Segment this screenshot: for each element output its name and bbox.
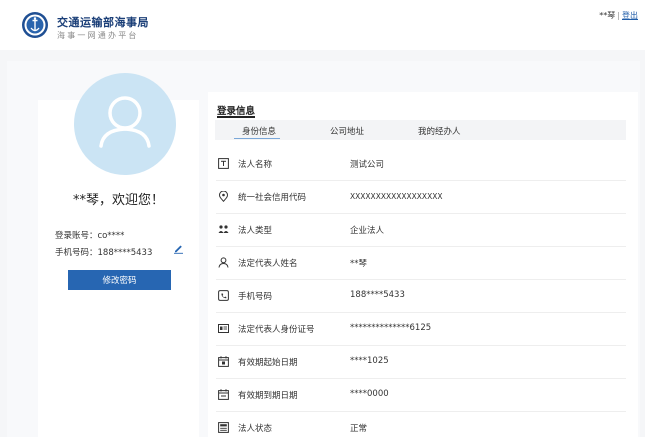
field-value: XXXXXXXXXXXXXXXXXX [350,192,443,201]
field-label: 法人状态 [238,424,273,434]
active-tab-indicator [234,138,280,139]
field-label: 统一社会信用代码 [238,193,307,203]
phone-info: 手机号码：188****5433 [55,248,153,258]
calendar-end-icon [218,389,229,400]
phone-icon [218,290,229,301]
tab-my-agent[interactable]: 我的经办人 [418,125,461,137]
login-info-panel: 登录信息 身份信息 公司地址 我的经办人 法人名称 测试公司 统一社会信用代码 … [208,92,638,437]
account-info: 登录账号：co**** [55,231,125,241]
field-label: 法人名称 [238,160,273,170]
status-icon [218,422,229,433]
brand-subtitle: 海事一网通办平台 [57,31,139,40]
field-row-representative-name: 法定代表人姓名 **琴 [216,246,626,280]
brand-title: 交通运输部海事局 [57,16,149,29]
welcome-message: **琴，欢迎您！ [72,193,164,208]
section-title: 登录信息 [217,106,256,117]
field-value: 企业法人 [350,226,385,236]
field-label: 法定代表人姓名 [238,259,298,269]
tab-company-address[interactable]: 公司地址 [330,125,364,137]
field-label: 有效期起始日期 [238,358,298,368]
field-value: ****1025 [350,356,389,366]
field-row-valid-start: 有效期起始日期 ****1025 [216,345,626,379]
info-tabs: 身份信息 公司地址 我的经办人 [215,120,626,140]
avatar [74,73,176,175]
field-label: 法人类型 [238,226,273,236]
field-value: ****0000 [350,389,389,399]
field-label: 手机号码 [238,292,273,302]
field-row-id-number: 法定代表人身份证号 **************6125 [216,312,626,346]
header-separator: | [617,11,620,20]
field-value: **琴 [350,259,368,269]
field-value: 正常 [350,424,368,434]
field-label: 法定代表人身份证号 [238,325,315,335]
field-row-credit-code: 统一社会信用代码 XXXXXXXXXXXXXXXXXX [216,180,626,214]
edit-pencil-icon[interactable] [173,243,184,254]
field-value: 188****5433 [350,290,405,300]
id-card-icon [218,324,229,333]
field-row-legal-type: 法人类型 企业法人 [216,213,626,247]
field-row-valid-end: 有效期到期日期 ****0000 [216,378,626,412]
tab-identity-info[interactable]: 身份信息 [242,125,276,137]
field-value: **************6125 [350,323,432,333]
profile-panel: **琴，欢迎您！ 登录账号：co**** 手机号码：188****5433 修改… [38,73,199,437]
legal-person-type-icon [218,225,229,233]
field-row-legal-name: 法人名称 测试公司 [216,147,626,181]
location-pin-icon [218,191,229,202]
logout-link[interactable]: 登出 [622,11,638,20]
calendar-start-icon [218,356,229,367]
top-header: 交通运输部海事局 海事一网通办平台 **琴 | 登出 [0,0,645,50]
field-label: 有效期到期日期 [238,391,298,401]
field-row-mobile: 手机号码 188****5433 [216,279,626,313]
name-card-icon [218,158,229,169]
field-value: 测试公司 [350,160,385,170]
msa-logo-icon [22,12,48,38]
field-row-legal-status: 法人状态 正常 [216,411,626,444]
user-avatar-icon [99,96,151,148]
person-icon [218,257,229,268]
section-title-underline [217,116,255,118]
change-password-button[interactable]: 修改密码 [68,270,171,290]
user-area: **琴 | 登出 [599,10,638,21]
header-user-name: **琴 [599,11,616,20]
